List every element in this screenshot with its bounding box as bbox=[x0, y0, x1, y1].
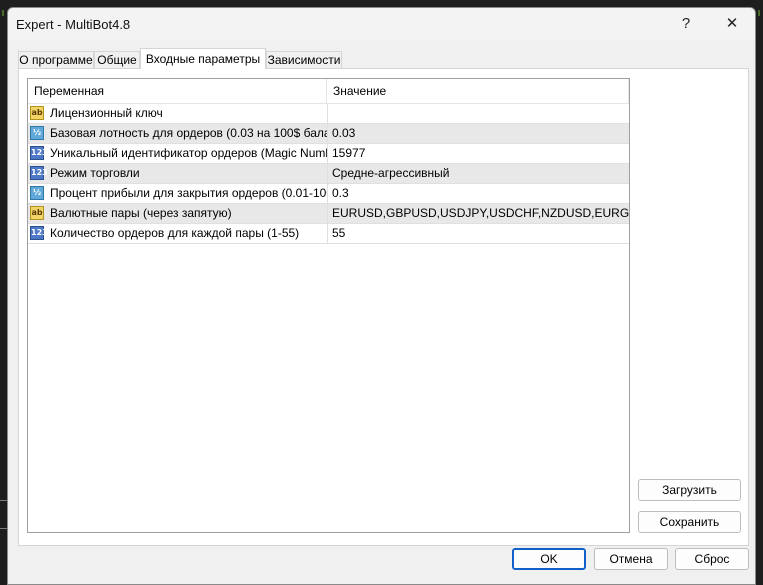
tab-panel: Переменная Значение ab Лицензионный ключ… bbox=[18, 68, 749, 546]
save-button[interactable]: Сохранить bbox=[638, 511, 741, 533]
window-title: Expert - MultiBot4.8 bbox=[16, 17, 131, 32]
title-bar: Expert - MultiBot4.8 ? ✕ bbox=[8, 8, 755, 40]
tab-about[interactable]: О программе bbox=[18, 51, 94, 68]
parameter-name: Процент прибыли для закрытия ордеров (0.… bbox=[50, 186, 327, 200]
parameter-value[interactable]: 55 bbox=[327, 224, 629, 243]
load-button[interactable]: Загрузить bbox=[638, 479, 741, 501]
parameter-value[interactable]: 0.3 bbox=[327, 184, 629, 203]
help-button[interactable]: ? bbox=[666, 13, 706, 35]
background-chart-tick bbox=[2, 10, 4, 16]
parameter-row[interactable]: 123 Уникальный идентификатор ордеров (Ma… bbox=[28, 144, 629, 164]
parameter-row[interactable]: ½ Базовая лотность для ордеров (0.03 на … bbox=[28, 124, 629, 144]
parameter-name: Уникальный идентификатор ордеров (Magic … bbox=[50, 146, 327, 160]
tab-common[interactable]: Общие bbox=[94, 51, 140, 68]
parameter-row[interactable]: ½ Процент прибыли для закрытия ордеров (… bbox=[28, 184, 629, 204]
tab-input-parameters[interactable]: Входные параметры bbox=[140, 48, 266, 69]
parameter-name: Режим торговли bbox=[50, 166, 140, 180]
parameter-value[interactable]: Средне-агрессивный bbox=[327, 164, 629, 183]
grid-header: Переменная Значение bbox=[28, 79, 629, 104]
parameter-name: Количество ордеров для каждой пары (1-55… bbox=[50, 226, 300, 240]
parameter-value[interactable] bbox=[327, 104, 629, 123]
parameter-name: Валютные пары (через запятую) bbox=[50, 206, 232, 220]
close-button[interactable]: ✕ bbox=[712, 13, 752, 35]
ab-string-icon: ab bbox=[30, 206, 44, 220]
cancel-button[interactable]: Отмена bbox=[594, 548, 668, 570]
parameter-row[interactable]: 123 Количество ордеров для каждой пары (… bbox=[28, 224, 629, 244]
column-header-variable[interactable]: Переменная bbox=[28, 79, 327, 103]
ok-button[interactable]: OK bbox=[512, 548, 586, 570]
parameter-value[interactable]: EURUSD,GBPUSD,USDJPY,USDCHF,NZDUSD,EURGB… bbox=[327, 204, 629, 223]
parameter-row[interactable]: 123 Режим торговли Средне-агрессивный bbox=[28, 164, 629, 184]
integer-value-icon: 123 bbox=[30, 146, 48, 160]
expert-dialog: Expert - MultiBot4.8 ? ✕ О программе Общ… bbox=[7, 7, 756, 585]
parameters-grid[interactable]: Переменная Значение ab Лицензионный ключ… bbox=[27, 78, 630, 533]
parameter-value[interactable]: 0.03 bbox=[327, 124, 629, 143]
double-value-icon: ½ bbox=[30, 186, 44, 200]
parameter-row[interactable]: ab Валютные пары (через запятую) EURUSD,… bbox=[28, 204, 629, 224]
ab-string-icon: ab bbox=[30, 106, 44, 120]
integer-value-icon: 123 bbox=[30, 166, 48, 180]
parameter-name: Лицензионный ключ bbox=[50, 106, 163, 120]
parameter-row[interactable]: ab Лицензионный ключ bbox=[28, 104, 629, 124]
tab-dependencies[interactable]: Зависимости bbox=[266, 51, 342, 68]
parameter-value[interactable]: 15977 bbox=[327, 144, 629, 163]
column-header-value[interactable]: Значение bbox=[327, 79, 629, 103]
parameter-name: Базовая лотность для ордеров (0.03 на 10… bbox=[50, 126, 327, 140]
double-value-icon: ½ bbox=[30, 126, 44, 140]
reset-button[interactable]: Сброс bbox=[675, 548, 749, 570]
integer-value-icon: 123 bbox=[30, 226, 48, 240]
background-chart-tick bbox=[758, 10, 760, 16]
